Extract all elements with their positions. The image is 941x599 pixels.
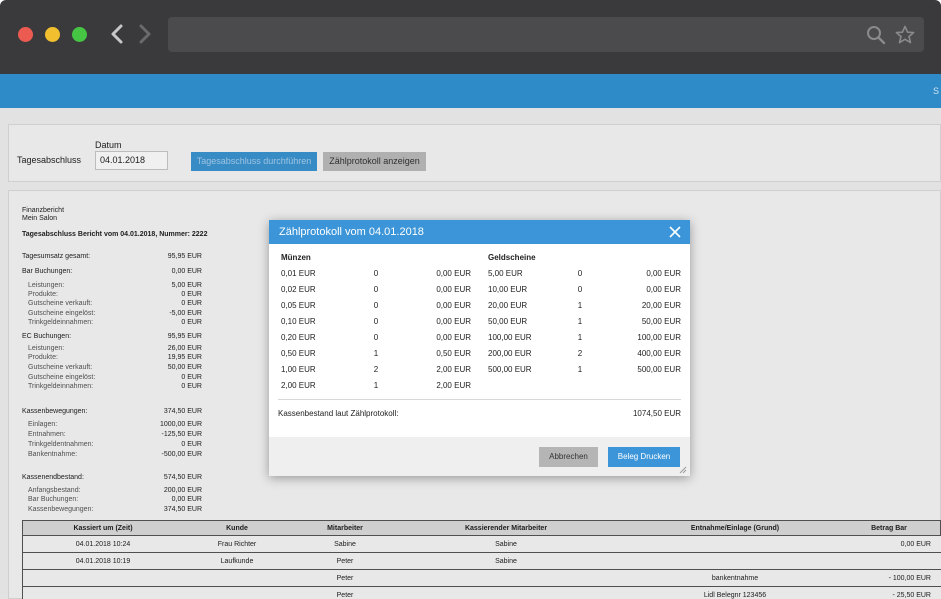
beleg-drucken-button[interactable]: Beleg Drucken xyxy=(608,447,680,467)
muenze-count: 1 xyxy=(373,349,379,358)
geldschein-count: 0 xyxy=(577,269,583,278)
geldschein-total: 400,00 EUR xyxy=(637,349,681,358)
muenze-total: 0,00 EUR xyxy=(436,301,471,310)
muenze-count: 0 xyxy=(373,301,379,310)
geldschein-total: 20,00 EUR xyxy=(641,301,681,310)
muenze-count: 2 xyxy=(373,365,379,374)
geldschein-denom: 100,00 EUR xyxy=(488,333,532,342)
muenze-total: 0,00 EUR xyxy=(436,317,471,326)
muenze-total: 0,00 EUR xyxy=(436,333,471,342)
modal-title: Zählprotokoll vom 04.01.2018 xyxy=(279,226,424,238)
muenze-denom: 0,50 EUR xyxy=(281,349,316,358)
muenze-denom: 0,10 EUR xyxy=(281,317,316,326)
muenze-total: 2,00 EUR xyxy=(436,365,471,374)
muenze-count: 0 xyxy=(373,285,379,294)
geldschein-count: 1 xyxy=(577,365,583,374)
geldschein-denom: 200,00 EUR xyxy=(488,349,532,358)
kassenbestand-value: 1074,50 EUR xyxy=(632,409,681,418)
chevron-left-icon[interactable] xyxy=(107,22,127,46)
muenze-denom: 0,02 EUR xyxy=(281,285,316,294)
geldschein-denom: 5,00 EUR xyxy=(488,269,523,278)
geldschein-total: 50,00 EUR xyxy=(641,317,681,326)
modal-header: Zählprotokoll vom 04.01.2018 xyxy=(269,220,690,244)
muenze-count: 0 xyxy=(373,269,379,278)
muenze-count: 0 xyxy=(373,317,379,326)
modal-divider xyxy=(278,399,681,400)
muenze-total: 0,50 EUR xyxy=(436,349,471,358)
header-user-text[interactable]: S xyxy=(933,86,939,96)
resize-grip-icon[interactable] xyxy=(679,466,687,474)
app-header: S xyxy=(0,74,941,108)
geldschein-denom: 10,00 EUR xyxy=(488,285,528,294)
muenze-total: 0,00 EUR xyxy=(436,269,471,278)
muenze-total: 2,00 EUR xyxy=(436,381,471,390)
geldschein-total: 0,00 EUR xyxy=(646,285,681,294)
muenze-denom: 1,00 EUR xyxy=(281,365,316,374)
geldschein-denom: 20,00 EUR xyxy=(488,301,528,310)
chevron-right-icon[interactable] xyxy=(135,22,155,46)
browser-window-bar xyxy=(0,0,941,74)
url-bar[interactable] xyxy=(168,17,924,52)
window-maximize-dot[interactable] xyxy=(72,27,87,42)
muenze-denom: 2,00 EUR xyxy=(281,381,316,390)
window-minimize-dot[interactable] xyxy=(45,27,60,42)
geldscheine-heading: Geldscheine xyxy=(488,253,536,262)
muenze-denom: 0,20 EUR xyxy=(281,333,316,342)
muenzen-heading: Münzen xyxy=(281,253,311,262)
close-icon[interactable] xyxy=(668,225,682,239)
zaehlprotokoll-modal: Zählprotokoll vom 04.01.2018 Münzen Geld… xyxy=(269,220,690,476)
muenze-denom: 0,05 EUR xyxy=(281,301,316,310)
geldschein-count: 1 xyxy=(577,317,583,326)
muenze-denom: 0,01 EUR xyxy=(281,269,316,278)
star-icon[interactable] xyxy=(895,25,915,45)
geldschein-total: 500,00 EUR xyxy=(637,365,681,374)
search-icon[interactable] xyxy=(866,25,886,45)
geldschein-total: 100,00 EUR xyxy=(637,333,681,342)
geldschein-total: 0,00 EUR xyxy=(646,269,681,278)
muenze-count: 0 xyxy=(373,333,379,342)
geldschein-count: 2 xyxy=(577,349,583,358)
muenze-count: 1 xyxy=(373,381,379,390)
geldschein-count: 0 xyxy=(577,285,583,294)
abbrechen-button[interactable]: Abbrechen xyxy=(539,447,598,467)
geldschein-count: 1 xyxy=(577,301,583,310)
kassenbestand-label: Kassenbestand laut Zählprotokoll: xyxy=(278,409,399,418)
geldschein-denom: 500,00 EUR xyxy=(488,365,532,374)
window-close-dot[interactable] xyxy=(18,27,33,42)
geldschein-count: 1 xyxy=(577,333,583,342)
geldschein-denom: 50,00 EUR xyxy=(488,317,528,326)
muenze-total: 0,00 EUR xyxy=(436,285,471,294)
